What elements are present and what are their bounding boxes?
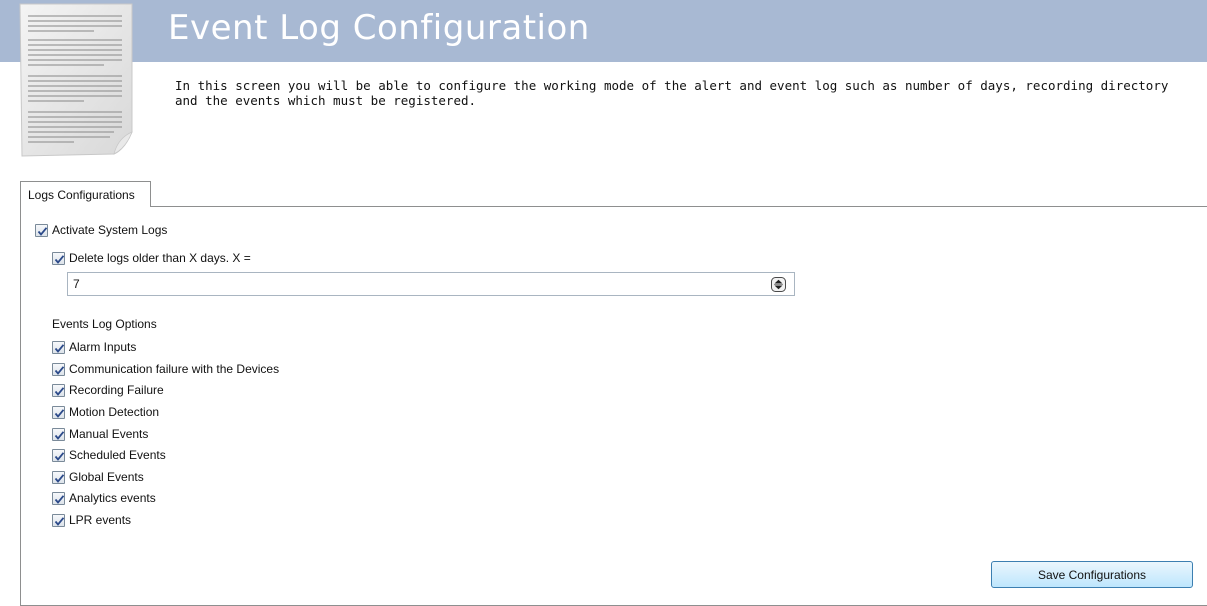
check-icon — [54, 473, 65, 483]
check-icon — [54, 254, 65, 264]
delete-logs-checkbox[interactable] — [52, 251, 65, 265]
event-option-label: Motion Detection — [69, 405, 160, 419]
event-option-manual-events[interactable]: Manual Events — [52, 426, 148, 442]
spin-updown-icon[interactable] — [771, 277, 786, 292]
event-option-label: Scheduled Events — [69, 448, 166, 462]
events-log-options-label: Events Log Options — [52, 317, 157, 331]
check-icon — [54, 451, 65, 461]
event-checkbox[interactable] — [52, 383, 65, 397]
document-icon — [19, 3, 133, 157]
event-option-alarm-inputs[interactable]: Alarm Inputs — [52, 339, 136, 355]
days-spin-input[interactable]: 7 — [67, 272, 795, 296]
event-option-label: Global Events — [69, 470, 144, 484]
check-icon — [54, 516, 65, 526]
event-option-label: Communication failure with the Devices — [69, 362, 280, 376]
event-checkbox[interactable] — [52, 427, 65, 441]
event-option-label: LPR events — [69, 513, 132, 527]
event-option-motion-detection[interactable]: Motion Detection — [52, 404, 159, 420]
event-checkbox[interactable] — [52, 491, 65, 505]
event-option-communication-failure[interactable]: Communication failure with the Devices — [52, 361, 279, 377]
event-option-global-events[interactable]: Global Events — [52, 469, 144, 485]
check-icon — [54, 386, 65, 396]
check-icon — [54, 365, 65, 375]
event-checkbox[interactable] — [52, 448, 65, 462]
event-option-label: Manual Events — [69, 427, 149, 441]
event-option-lpr-events[interactable]: LPR events — [52, 512, 131, 528]
check-icon — [54, 343, 65, 353]
intro-text: In this screen you will be able to confi… — [175, 78, 1169, 108]
event-option-label: Alarm Inputs — [69, 340, 137, 354]
event-checkbox[interactable] — [52, 340, 65, 354]
check-icon — [54, 430, 65, 440]
activate-logs-label: Activate System Logs — [52, 223, 168, 237]
tab-logs-configurations[interactable]: Logs Configurations — [20, 181, 151, 207]
save-configurations-button[interactable]: Save Configurations — [991, 561, 1193, 588]
event-option-scheduled-events[interactable]: Scheduled Events — [52, 447, 166, 463]
event-checkbox[interactable] — [52, 362, 65, 376]
check-icon — [37, 226, 48, 236]
tab-panel — [20, 206, 1207, 606]
event-checkbox[interactable] — [52, 470, 65, 484]
event-option-label: Analytics events — [69, 491, 156, 505]
check-icon — [54, 494, 65, 504]
delete-logs-row[interactable]: Delete logs older than X days. X = — [52, 250, 251, 266]
activate-logs-row[interactable]: Activate System Logs — [35, 222, 167, 238]
check-icon — [54, 408, 65, 418]
event-checkbox[interactable] — [52, 513, 65, 527]
page-title: Event Log Configuration — [168, 8, 590, 48]
event-checkbox[interactable] — [52, 405, 65, 419]
delete-logs-label: Delete logs older than X days. X = — [69, 251, 251, 265]
event-option-recording-failure[interactable]: Recording Failure — [52, 382, 164, 398]
event-option-analytics-events[interactable]: Analytics events — [52, 490, 156, 506]
days-value[interactable]: 7 — [73, 277, 80, 291]
event-option-label: Recording Failure — [69, 383, 164, 397]
activate-logs-checkbox[interactable] — [35, 223, 48, 237]
